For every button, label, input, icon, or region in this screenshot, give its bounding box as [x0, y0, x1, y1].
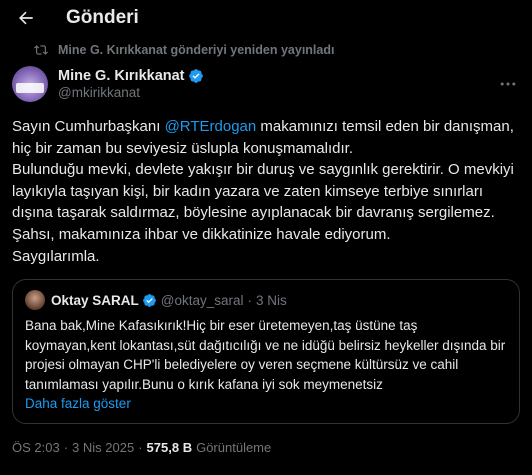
views-count: 575,8 B — [146, 440, 193, 456]
tweet-text-body: makamınızı temsil eden bir danışman, hiç… — [12, 118, 514, 265]
tweet-page: Gönderi Mine G. Kırıkkanat gönderiyi yen… — [0, 0, 532, 475]
tweet-author: Mine G. Kırıkkanat @mkirikkanat — [0, 58, 532, 104]
quoted-handle[interactable]: @oktay_saral — [161, 293, 244, 308]
repost-icon — [34, 45, 48, 55]
quoted-text: Bana bak,Mine Kafasıkırık!Hiç bir eser ü… — [25, 318, 506, 392]
show-more-link[interactable]: Daha fazla göster — [25, 394, 507, 413]
quoted-display-name[interactable]: Oktay SARAL — [51, 293, 139, 308]
top-bar: Gönderi — [0, 0, 532, 36]
mention-link[interactable]: @RTErdogan — [165, 118, 257, 135]
arrow-left-icon[interactable] — [16, 8, 36, 28]
author-handle[interactable]: @mkirikkanat — [58, 85, 204, 100]
repost-text: Mine G. Kırıkkanat gönderiyi yeniden yay… — [58, 43, 335, 57]
tweet-date[interactable]: 3 Nis 2025 — [72, 440, 134, 455]
quoted-date[interactable]: 3 Nis — [256, 293, 287, 308]
meta-separator: · — [63, 440, 69, 456]
verified-badge-icon — [188, 69, 203, 83]
tweet-meta: ÖS 2:03 · 3 Nis 2025 · 575,8 B Görüntüle… — [0, 424, 532, 455]
tweet-text-intro: Sayın Cumhurbaşkanı — [12, 118, 165, 135]
author-display-name[interactable]: Mine G. Kırıkkanat — [58, 68, 185, 84]
tweet-time[interactable]: ÖS 2:03 — [12, 440, 60, 455]
quoted-tweet-header: Oktay SARAL @oktay_saral · 3 Nis — [25, 290, 507, 311]
views-label: Görüntüleme — [196, 440, 272, 456]
verified-badge-icon — [142, 293, 156, 307]
tweet-text: Sayın Cumhurbaşkanı @RTErdogan makamınız… — [0, 104, 532, 267]
meta-separator: · — [138, 440, 143, 456]
quoted-avatar[interactable] — [25, 290, 45, 311]
repost-indicator[interactable]: Mine G. Kırıkkanat gönderiyi yeniden yay… — [0, 42, 532, 58]
avatar[interactable] — [12, 66, 48, 102]
more-options-icon[interactable] — [498, 74, 518, 94]
page-title: Gönderi — [66, 7, 139, 28]
quoted-tweet[interactable]: Oktay SARAL @oktay_saral · 3 Nis Bana ba… — [12, 279, 520, 425]
quoted-separator: · — [247, 292, 253, 308]
author-names: Mine G. Kırıkkanat @mkirikkanat — [58, 68, 204, 100]
